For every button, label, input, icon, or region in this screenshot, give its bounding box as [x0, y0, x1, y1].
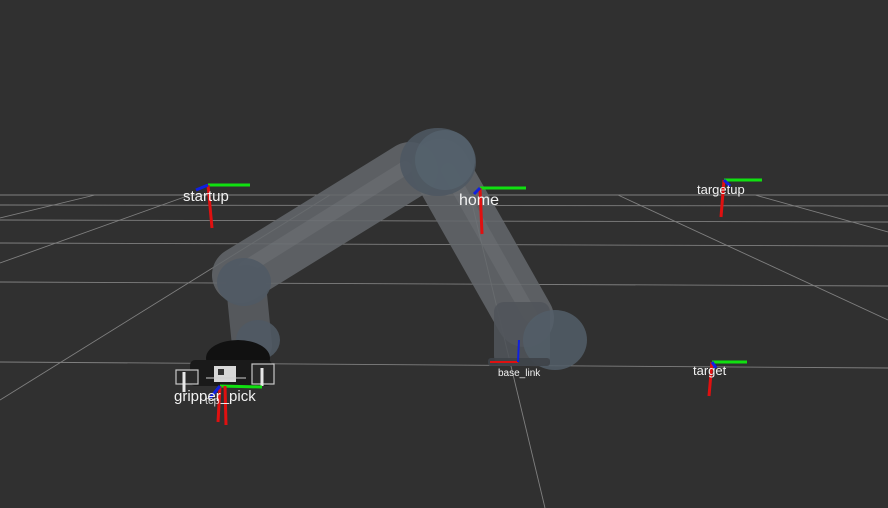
gripper[interactable]: [175, 340, 275, 392]
scene-canvas[interactable]: startup home targetup target base_link g…: [0, 0, 888, 508]
rviz-3d-viewport[interactable]: startup home targetup target base_link g…: [0, 0, 888, 508]
frame-label-targetup: targetup: [697, 182, 745, 197]
frame-label-home: home: [459, 192, 499, 209]
frame-label-target: target: [693, 363, 727, 378]
frame-label-base-link: base_link: [498, 368, 541, 379]
frame-label-startup: startup: [183, 188, 229, 205]
ground-grid: [0, 194, 888, 508]
robot-arm[interactable]: [212, 128, 587, 370]
robot-shoulder-joint: [217, 258, 271, 306]
frame-label-tcp: tcp: [205, 395, 220, 407]
